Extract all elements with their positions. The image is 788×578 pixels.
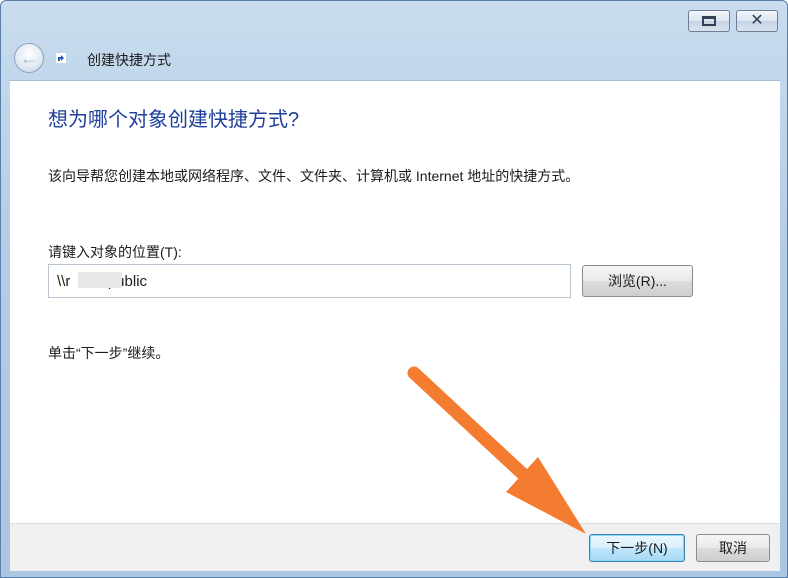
create-shortcut-window: ✕ ← 创建快捷方式 想为哪个对象创建快捷方式? 该向导帮您创建本地或网络程序、… — [0, 0, 788, 578]
location-label: 请键入对象的位置(T): — [48, 244, 182, 260]
title-bar: ✕ — [1, 1, 787, 43]
back-button[interactable]: ← — [14, 43, 44, 73]
page-heading: 想为哪个对象创建快捷方式? — [48, 109, 300, 131]
location-input[interactable] — [48, 264, 571, 298]
wizard-nav: ← 创建快捷方式 — [1, 41, 787, 79]
close-button[interactable]: ✕ — [736, 10, 778, 32]
wizard-content: 想为哪个对象创建快捷方式? 该向导帮您创建本地或网络程序、文件、文件夹、计算机或… — [10, 80, 780, 523]
shortcut-arrow-icon — [56, 53, 66, 63]
browse-button[interactable]: 浏览(R)... — [582, 265, 693, 297]
cancel-button[interactable]: 取消 — [696, 534, 770, 562]
restore-button[interactable] — [688, 10, 730, 32]
wizard-description: 该向导帮您创建本地或网络程序、文件、文件夹、计算机或 Internet 地址的快… — [48, 168, 580, 184]
continue-hint: 单击“下一步”继续。 — [48, 345, 170, 361]
wizard-title: 创建快捷方式 — [87, 52, 171, 68]
back-arrow-icon: ← — [20, 47, 38, 68]
redacted-region — [78, 272, 122, 288]
close-icon: ✕ — [750, 12, 764, 29]
restore-icon — [702, 16, 716, 26]
wizard-footer: 下一步(N) 取消 — [10, 523, 780, 571]
next-button[interactable]: 下一步(N) — [589, 534, 685, 562]
